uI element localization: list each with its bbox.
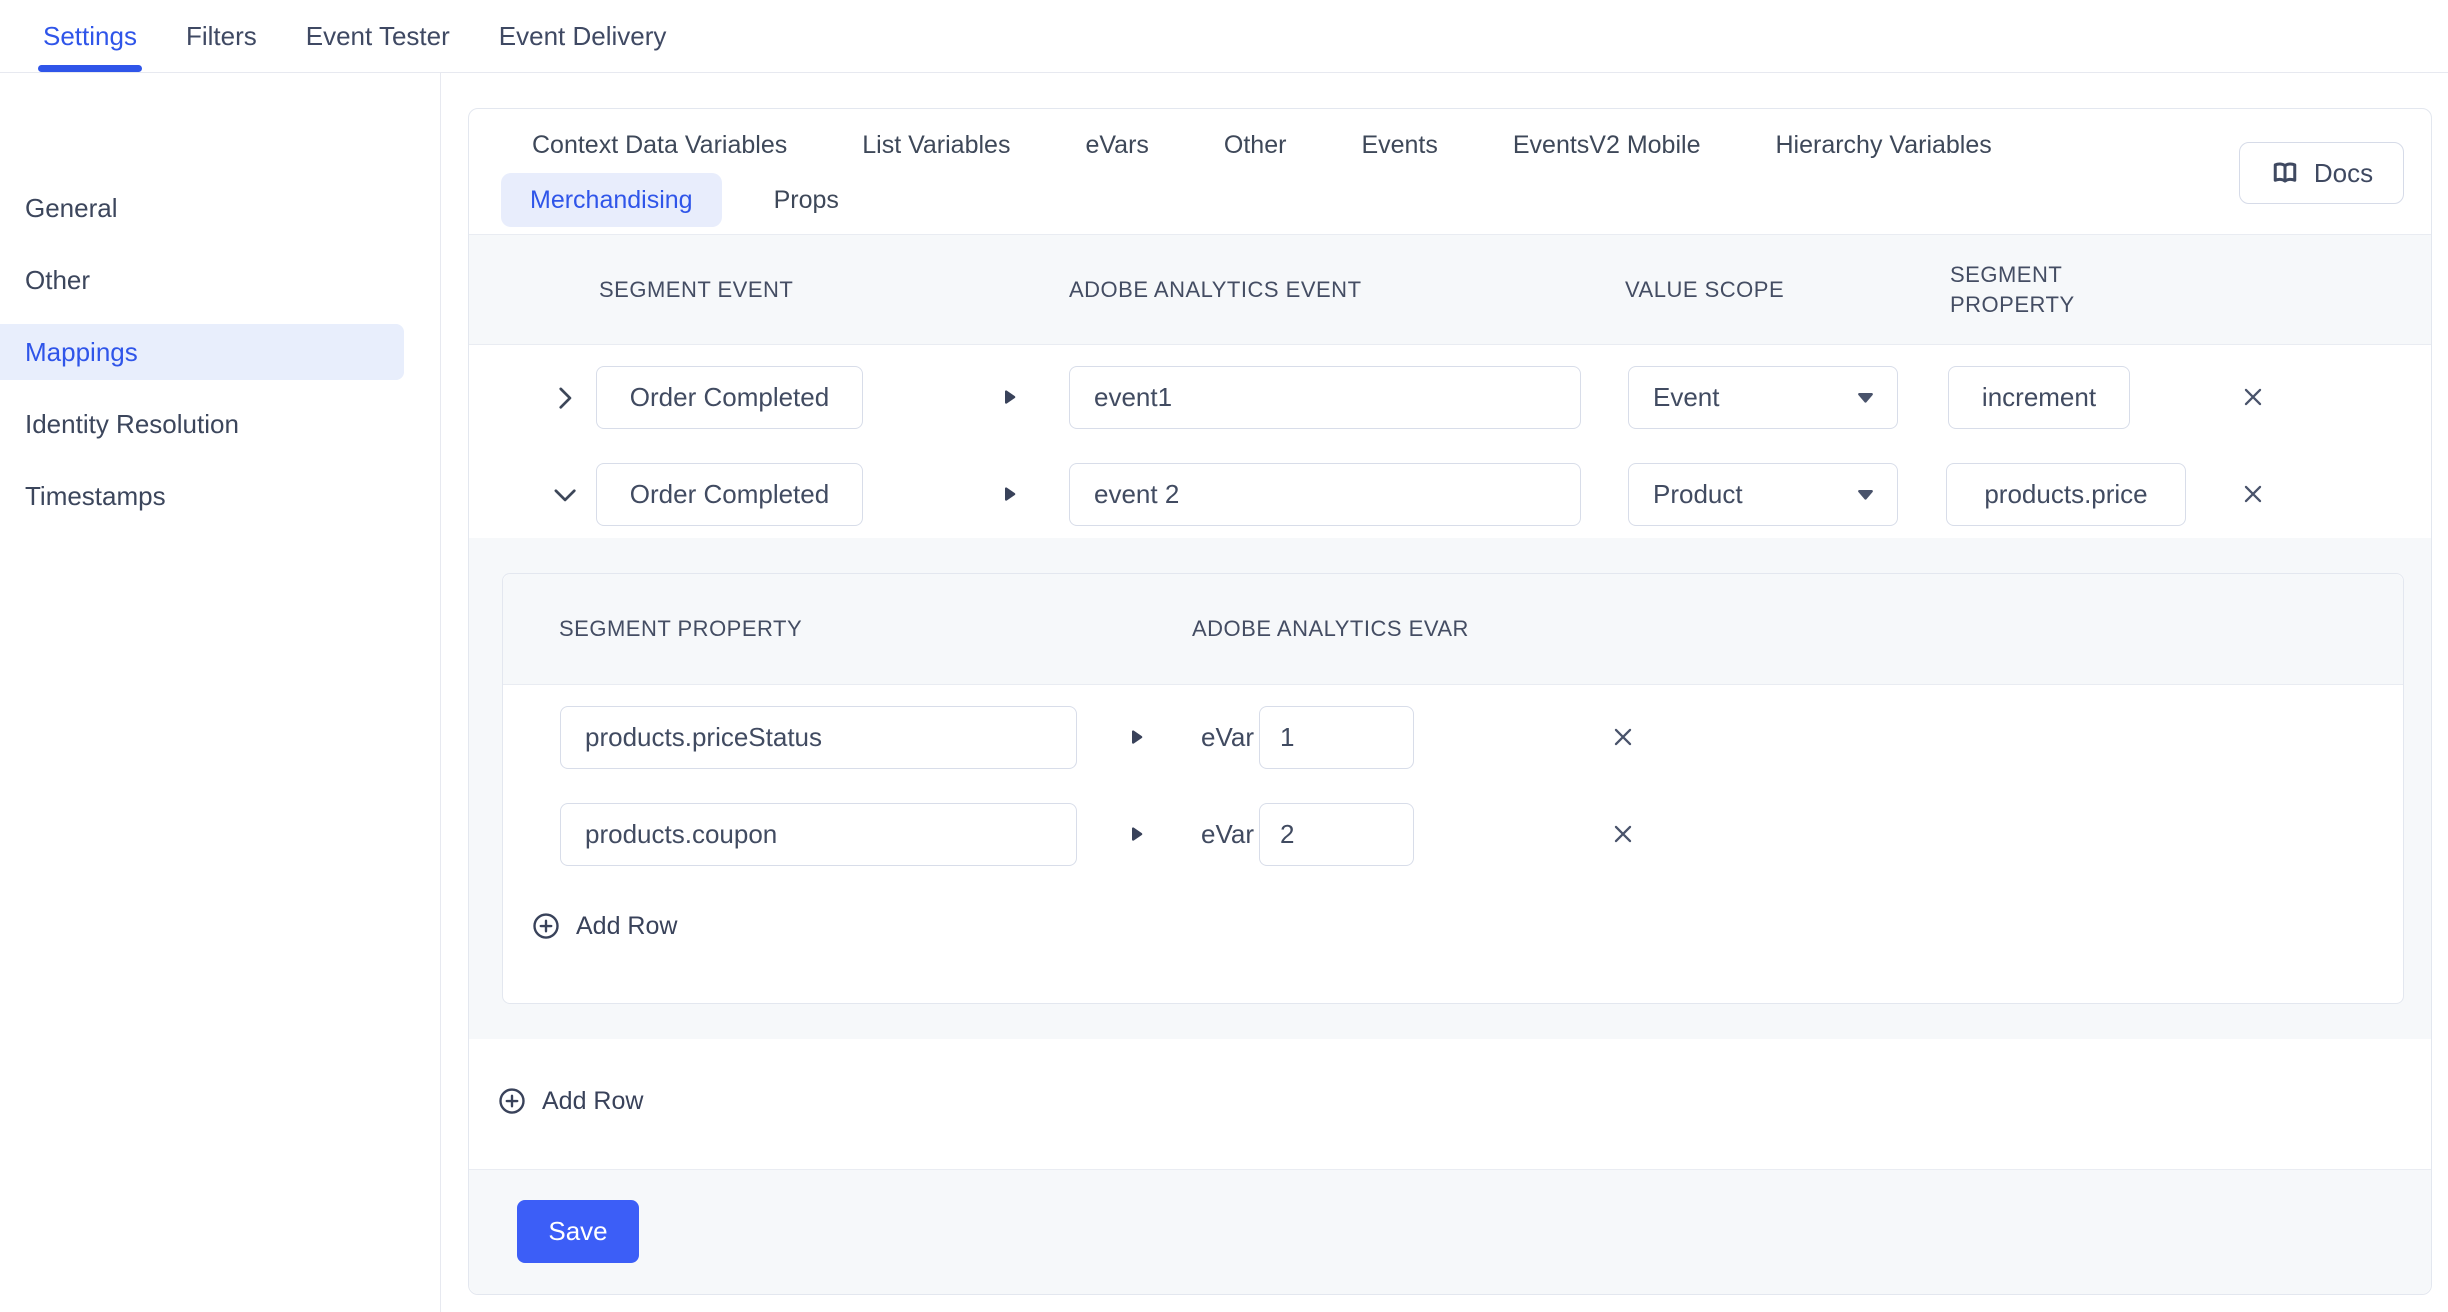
docs-button[interactable]: Docs <box>2239 142 2404 204</box>
sidebar-item-timestamps[interactable]: Timestamps <box>0 468 404 524</box>
sidebar-item-general[interactable]: General <box>0 180 404 236</box>
remove-row-button[interactable] <box>1608 722 1638 752</box>
evar-subtable: SEGMENT PROPERTY ADOBE ANALYTICS EVAR eV… <box>502 573 2404 1004</box>
tab-other[interactable]: Other <box>1224 123 1287 167</box>
save-button[interactable]: Save <box>517 1200 639 1263</box>
value-scope-selected: Event <box>1653 382 1720 413</box>
variable-tabs-row2: Merchandising Props <box>501 173 839 227</box>
mapping-add-row-area: Add Row <box>469 1039 2431 1171</box>
top-nav: Settings Filters Event Tester Event Deli… <box>0 0 2448 73</box>
tab-merchandising[interactable]: Merchandising <box>501 173 722 227</box>
caret-down-icon <box>1858 393 1873 403</box>
adobe-event-input[interactable] <box>1069 366 1581 429</box>
value-scope-selected: Product <box>1653 479 1743 510</box>
sidebar-item-identity-resolution[interactable]: Identity Resolution <box>0 396 404 452</box>
book-icon <box>2270 158 2300 188</box>
evar-number-input[interactable] <box>1259 803 1414 866</box>
variable-tabs: Context Data Variables List Variables eV… <box>469 109 2431 234</box>
map-arrow-icon <box>1005 390 1016 405</box>
tab-eventsv2-mobile[interactable]: EventsV2 Mobile <box>1513 123 1701 167</box>
card-footer: Save <box>469 1169 2431 1294</box>
remove-row-button[interactable] <box>2238 479 2268 509</box>
col-adobe-analytics-event: ADOBE ANALYTICS EVENT <box>1069 235 1362 344</box>
map-arrow-icon <box>1005 487 1016 502</box>
segment-property-input[interactable] <box>560 803 1077 866</box>
tab-list-variables[interactable]: List Variables <box>862 123 1010 167</box>
value-scope-select[interactable]: Event <box>1628 366 1898 429</box>
caret-down-icon <box>1858 490 1873 500</box>
close-icon <box>1610 724 1636 750</box>
expand-row-toggle[interactable] <box>549 382 579 412</box>
col-segment-property: SEGMENT PROPERTY <box>559 574 802 684</box>
evar-subtable-header: SEGMENT PROPERTY ADOBE ANALYTICS EVAR <box>503 574 2403 685</box>
tab-events[interactable]: Events <box>1361 123 1437 167</box>
close-icon <box>2240 384 2266 410</box>
col-segment-event: SEGMENT EVENT <box>599 235 793 344</box>
add-row-label: Add Row <box>542 1087 643 1116</box>
remove-row-button[interactable] <box>2238 382 2268 412</box>
tab-context-data-variables[interactable]: Context Data Variables <box>532 123 787 167</box>
chevron-down-icon <box>551 481 577 507</box>
chevron-right-icon <box>551 384 577 410</box>
col-adobe-analytics-evar: ADOBE ANALYTICS EVAR <box>1192 574 1469 684</box>
evar-label: eVar <box>1201 706 1257 769</box>
plus-circle-icon <box>531 911 561 941</box>
sidebar-item-other[interactable]: Other <box>0 252 404 308</box>
map-arrow-icon <box>1132 827 1143 842</box>
col-value-scope: VALUE SCOPE <box>1625 235 1784 344</box>
value-scope-select[interactable]: Product <box>1628 463 1898 526</box>
sidebar-item-mappings[interactable]: Mappings <box>0 324 404 380</box>
plus-circle-icon <box>497 1086 527 1116</box>
variable-tabs-row1: Context Data Variables List Variables eV… <box>532 123 1992 167</box>
mappings-card: Context Data Variables List Variables eV… <box>468 108 2432 1295</box>
tab-event-tester[interactable]: Event Tester <box>306 0 450 72</box>
map-arrow-icon <box>1132 730 1143 745</box>
tab-props[interactable]: Props <box>774 178 839 222</box>
segment-property-input[interactable] <box>1946 463 2186 526</box>
evar-subpanel: SEGMENT PROPERTY ADOBE ANALYTICS EVAR eV… <box>469 538 2431 1039</box>
close-icon <box>1610 821 1636 847</box>
tab-filters[interactable]: Filters <box>186 0 257 72</box>
docs-button-label: Docs <box>2314 158 2373 189</box>
add-row-label: Add Row <box>576 912 677 941</box>
add-evar-row-button[interactable]: Add Row <box>531 911 677 941</box>
adobe-event-input[interactable] <box>1069 463 1581 526</box>
remove-row-button[interactable] <box>1608 819 1638 849</box>
tab-hierarchy-variables[interactable]: Hierarchy Variables <box>1775 123 1991 167</box>
segment-event-input[interactable] <box>596 463 863 526</box>
tab-event-delivery[interactable]: Event Delivery <box>499 0 667 72</box>
col-segment-property: SEGMENT PROPERTY <box>1950 235 2110 344</box>
mapping-table-header: SEGMENT EVENT ADOBE ANALYTICS EVENT VALU… <box>469 234 2431 345</box>
tab-evars[interactable]: eVars <box>1085 123 1148 167</box>
settings-sidebar: General Other Mappings Identity Resoluti… <box>0 73 441 1312</box>
evar-label: eVar <box>1201 803 1257 866</box>
segment-event-input[interactable] <box>596 366 863 429</box>
segment-property-input[interactable] <box>1948 366 2130 429</box>
segment-property-input[interactable] <box>560 706 1077 769</box>
close-icon <box>2240 481 2266 507</box>
tab-settings[interactable]: Settings <box>43 0 137 72</box>
collapse-row-toggle[interactable] <box>549 479 579 509</box>
evar-number-input[interactable] <box>1259 706 1414 769</box>
add-mapping-row-button[interactable]: Add Row <box>497 1086 643 1116</box>
